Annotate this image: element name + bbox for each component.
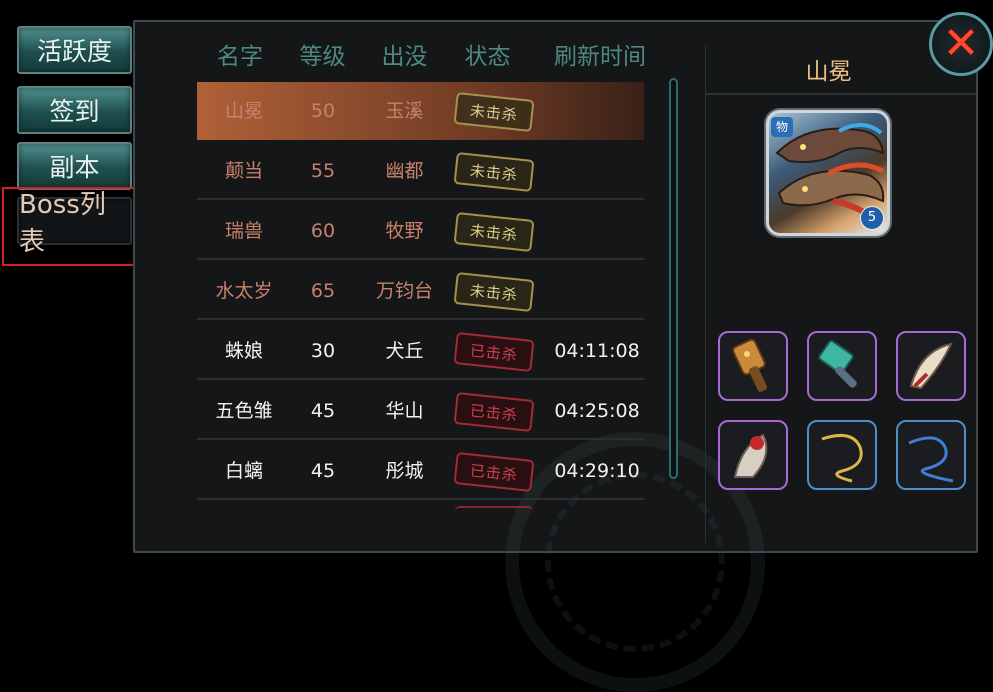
pane-divider (705, 45, 706, 543)
partial-row-stamp (455, 506, 533, 518)
blue-whip-icon (908, 436, 954, 483)
status-stamp-killed: 已击杀 (453, 452, 535, 492)
refresh-time (542, 202, 652, 260)
feather-blade-icon (909, 342, 953, 390)
boss-location: 万钧台 (375, 280, 433, 302)
refresh-time: 04:29:10 (554, 460, 640, 482)
table-row[interactable]: 水太岁 65 万钧台 未击杀 (197, 262, 644, 320)
selected-boss-title: 山冕 (805, 59, 852, 85)
table-row[interactable]: 五色雏 45 华山 已击杀 04:25:08 (197, 382, 644, 440)
boss-name: 山冕 (224, 100, 263, 122)
boss-location: 犬丘 (385, 340, 424, 362)
row-divider (197, 498, 644, 500)
boss-location: 玉溪 (385, 100, 424, 122)
row-divider (197, 438, 644, 440)
list-scrollbar[interactable] (669, 78, 678, 479)
drop-item-blue-whip[interactable] (896, 420, 966, 490)
header-status: 状态 (464, 44, 511, 70)
header-name: 名字 (217, 44, 263, 70)
refresh-time (542, 82, 652, 140)
boss-level: 45 (310, 460, 336, 482)
boss-level: 45 (310, 400, 336, 422)
table-row[interactable]: 颠当 55 幽都 未击杀 (197, 142, 644, 200)
status-stamp-alive: 未击杀 (453, 272, 535, 312)
boss-portrait[interactable]: 物 5 (766, 110, 890, 236)
boss-location: 彤城 (385, 460, 424, 482)
tab-highlight-frame (2, 187, 137, 266)
refresh-time: 04:25:08 (554, 400, 640, 422)
row-divider (197, 198, 644, 200)
table-row[interactable]: 白螭 45 彤城 已击杀 04:29:10 (197, 442, 644, 500)
boss-location: 华山 (385, 400, 424, 422)
boss-name: 五色雏 (215, 400, 273, 422)
title-divider (706, 93, 976, 95)
header-refresh-time: 刷新时间 (554, 44, 646, 70)
row-divider (197, 378, 644, 380)
table-row[interactable]: 瑞兽 60 牧野 未击杀 (197, 202, 644, 260)
boss-level: 50 (310, 100, 336, 122)
boss-name: 瑞兽 (224, 220, 263, 242)
boss-name: 蛛娘 (224, 340, 263, 362)
close-button[interactable]: ✕ (929, 12, 993, 76)
drop-item-jade-hammer[interactable] (807, 331, 877, 401)
refresh-time: 04:11:08 (554, 340, 640, 362)
drop-item-golden-whip[interactable] (807, 420, 877, 490)
jade-hammer-icon (818, 340, 857, 388)
table-row[interactable]: 蛛娘 30 犬丘 已击杀 04:11:08 (197, 322, 644, 380)
boss-location: 幽都 (385, 160, 424, 182)
status-stamp-alive: 未击杀 (453, 152, 535, 192)
status-stamp-alive: 未击杀 (453, 212, 535, 252)
boss-level: 65 (310, 280, 336, 302)
boss-name: 颠当 (224, 160, 263, 182)
row-divider (197, 318, 644, 320)
boss-level: 55 (310, 160, 336, 182)
portrait-type-badge: 物 (771, 117, 793, 137)
status-stamp-alive: 未击杀 (453, 92, 535, 132)
boss-level: 30 (310, 340, 336, 362)
spiked-mace-icon (732, 338, 768, 392)
boss-level: 60 (310, 220, 336, 242)
refresh-time (542, 262, 652, 320)
tab-activity[interactable]: 活跃度 (17, 26, 132, 74)
drop-item-spiked-mace[interactable] (718, 331, 788, 401)
drop-item-feather-blade[interactable] (896, 331, 966, 401)
status-stamp-killed: 已击杀 (453, 392, 535, 432)
close-icon: ✕ (942, 18, 980, 69)
refresh-time (542, 142, 652, 200)
header-location: 出没 (381, 44, 428, 70)
boss-name: 水太岁 (215, 280, 273, 302)
status-stamp-killed: 已击杀 (453, 332, 535, 372)
table-row[interactable]: 山冕 50 玉溪 未击杀 (197, 82, 644, 140)
boss-name: 白螭 (224, 460, 263, 482)
golden-whip-icon (821, 433, 863, 483)
header-level: 等级 (299, 44, 346, 70)
tab-dungeon[interactable]: 副本 (17, 142, 132, 190)
portrait-count-badge: 5 (860, 206, 884, 230)
row-divider (197, 258, 644, 260)
demon-mask-fan-icon (733, 433, 768, 478)
boss-location: 牧野 (385, 220, 424, 242)
drop-item-demon-mask-fan[interactable] (718, 420, 788, 490)
tab-signin[interactable]: 签到 (17, 86, 132, 134)
